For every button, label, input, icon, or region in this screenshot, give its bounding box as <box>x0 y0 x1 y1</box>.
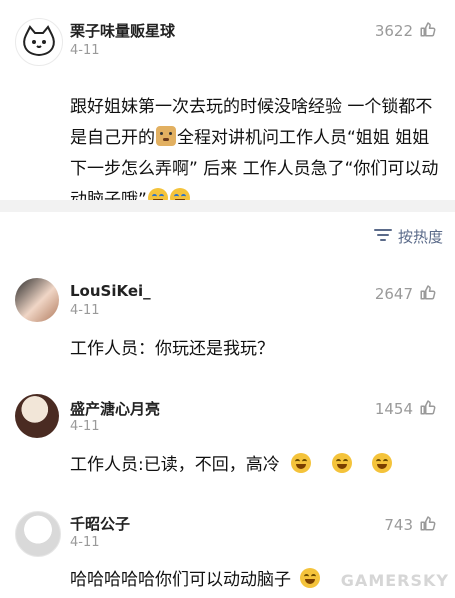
comment-user-name[interactable]: LouSiKei_ <box>70 282 151 300</box>
watermark: GAMERSKY <box>340 571 449 590</box>
comment-text-value: 哈哈哈哈哈你们可以动动脑子 <box>70 570 291 590</box>
cat-avatar-icon <box>23 25 55 57</box>
laugh-cry-emoji-icon <box>371 453 392 473</box>
comment-date: 4-11 <box>70 303 100 318</box>
laugh-cry-emoji-icon <box>300 568 321 588</box>
post-avatar[interactable] <box>15 18 63 66</box>
sort-bar: 按热度 <box>0 212 455 262</box>
comment-like-count: 2647 <box>374 285 413 303</box>
comment-avatar[interactable] <box>15 394 59 438</box>
post-text: 跟好姐妹第一次去玩的时候没啥经验 一个锁都不是自己开的 全程对讲机问工作人员“姐姐… <box>70 92 440 216</box>
comment-text: 工作人员：你玩还是我玩？ <box>70 339 274 359</box>
comment-text: 工作人员:已读，不回，高冷 <box>70 450 440 481</box>
section-divider <box>0 200 455 212</box>
post-like-count: 3622 <box>374 22 413 40</box>
comment-text-value: 工作人员:已读，不回，高冷 <box>70 455 280 475</box>
comment-like-button[interactable]: 2647 <box>375 283 437 305</box>
thumb-up-icon <box>419 20 437 42</box>
comment-like-count: 1454 <box>374 400 413 418</box>
post-card: 栗子味量贩星球 4-11 3622 跟好姐妹第一次去玩的时候没啥经验 一个锁都不… <box>0 0 455 210</box>
thumb-up-icon <box>419 283 437 305</box>
comment-like-count: 743 <box>384 516 413 534</box>
sort-lines-icon <box>373 228 392 246</box>
post-user-name[interactable]: 栗子味量贩星球 <box>70 20 175 41</box>
laugh-cry-emoji-icon <box>291 453 312 473</box>
comment-avatar[interactable] <box>15 511 61 557</box>
comment-like-button[interactable]: 1454 <box>375 398 437 420</box>
doge-emoji-icon <box>156 126 176 146</box>
sort-button[interactable]: 按热度 <box>373 226 443 247</box>
sort-label: 按热度 <box>397 228 443 246</box>
comment-avatar[interactable] <box>15 278 59 322</box>
comment-date: 4-11 <box>70 535 100 550</box>
comment-like-button[interactable]: 743 <box>384 514 437 536</box>
comment-user-name[interactable]: 盛产溏心月亮 <box>70 398 160 419</box>
post-date: 4-11 <box>70 43 100 58</box>
comment-date: 4-11 <box>70 419 100 434</box>
thumb-up-icon <box>419 398 437 420</box>
laugh-cry-emoji-icon <box>331 453 352 473</box>
comment-user-name[interactable]: 千昭公子 <box>70 513 130 534</box>
thumb-up-icon <box>419 514 437 536</box>
post-like-button[interactable]: 3622 <box>375 20 437 42</box>
